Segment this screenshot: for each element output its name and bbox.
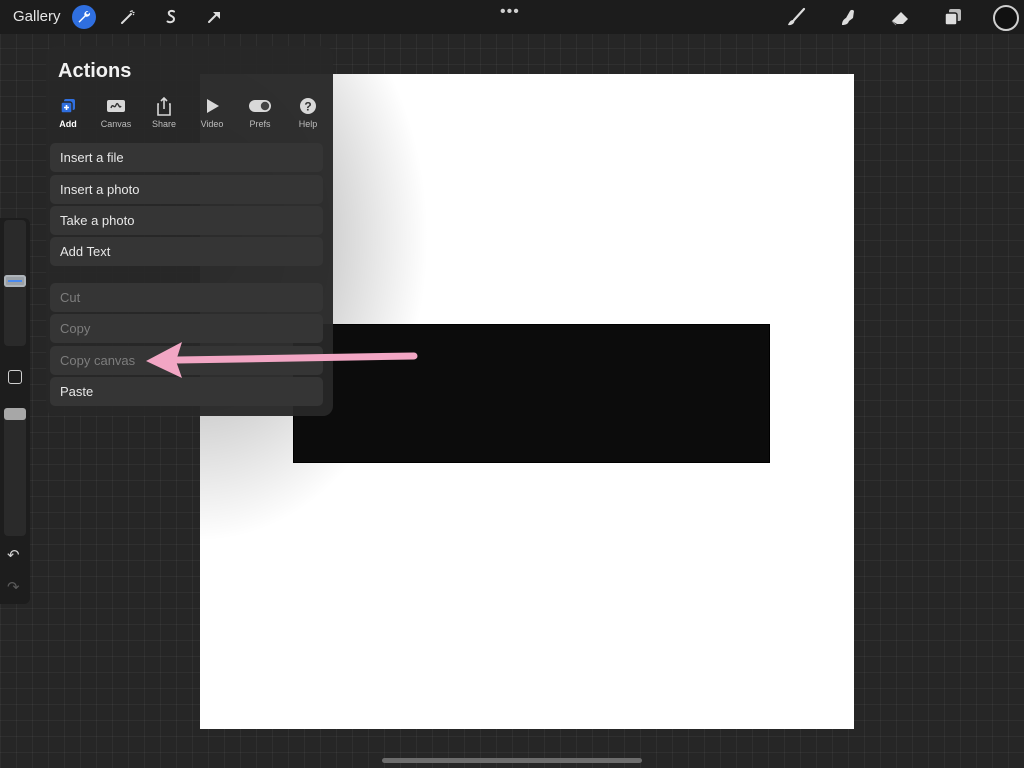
- menu-item-label: Copy canvas: [60, 353, 136, 368]
- menu-item-label: Take a photo: [60, 213, 135, 228]
- share-icon: [142, 96, 186, 116]
- layers-icon[interactable]: [940, 5, 966, 29]
- eraser-icon[interactable]: [888, 5, 914, 29]
- magic-wand-icon[interactable]: [116, 5, 140, 29]
- video-play-icon: [190, 96, 234, 116]
- more-options-icon[interactable]: •••: [500, 3, 520, 21]
- help-icon: ?: [286, 96, 330, 116]
- tab-share-label: Share: [151, 119, 177, 129]
- menu-item-label: Paste: [60, 384, 94, 399]
- prefs-toggle-icon: [238, 96, 282, 116]
- menu-item-cut: Cut: [50, 283, 323, 312]
- tab-help-label: Help: [298, 119, 318, 129]
- svg-text:?: ?: [304, 100, 311, 114]
- left-sidebar: ↶ ↷: [0, 218, 30, 604]
- actions-panel: Actions Add Canvas Share Video Prefs ? H…: [46, 46, 333, 416]
- menu-item-insert-photo[interactable]: Insert a photo: [50, 175, 323, 204]
- selection-icon[interactable]: [159, 5, 183, 29]
- brush-size-thumb[interactable]: [4, 275, 26, 287]
- modify-button-icon[interactable]: [8, 370, 22, 384]
- menu-item-add-text[interactable]: Add Text: [50, 237, 323, 266]
- menu-item-copy-canvas: Copy canvas: [50, 346, 323, 375]
- menu-item-label: Insert a photo: [60, 182, 140, 197]
- tab-video[interactable]: Video: [190, 96, 234, 129]
- brush-icon[interactable]: [783, 5, 809, 29]
- tab-add-label: Add: [59, 119, 77, 129]
- tab-canvas[interactable]: Canvas: [94, 96, 138, 129]
- top-toolbar: Gallery •••: [0, 0, 1024, 34]
- color-picker-swatch[interactable]: [993, 5, 1019, 31]
- menu-item-paste[interactable]: Paste: [50, 377, 323, 406]
- menu-item-copy: Copy: [50, 314, 323, 343]
- menu-item-label: Add Text: [60, 244, 111, 259]
- smudge-icon[interactable]: [835, 5, 861, 29]
- opacity-thumb[interactable]: [4, 408, 26, 420]
- opacity-slider[interactable]: [4, 408, 26, 536]
- gallery-button[interactable]: Gallery: [13, 8, 61, 25]
- menu-item-label: Insert a file: [60, 150, 124, 165]
- actions-tabs: Add Canvas Share Video Prefs ? Help: [46, 96, 333, 129]
- menu-item-insert-file[interactable]: Insert a file: [50, 143, 323, 172]
- menu-item-label: Copy: [60, 321, 91, 336]
- tab-add[interactable]: Add: [46, 96, 90, 129]
- canvas-icon: [94, 96, 138, 116]
- tab-prefs-label: Prefs: [249, 119, 271, 129]
- tab-help[interactable]: ? Help: [286, 96, 330, 129]
- add-icon: [46, 96, 90, 116]
- actions-wrench-icon[interactable]: [72, 5, 96, 29]
- redo-icon[interactable]: ↷: [7, 578, 20, 596]
- undo-icon[interactable]: ↶: [7, 546, 20, 564]
- panel-title: Actions: [58, 60, 132, 82]
- tab-canvas-label: Canvas: [100, 119, 132, 129]
- transform-arrow-icon[interactable]: [202, 5, 226, 29]
- tab-video-label: Video: [200, 119, 224, 129]
- menu-item-label: Cut: [60, 290, 81, 305]
- tab-share[interactable]: Share: [142, 96, 186, 129]
- home-indicator[interactable]: [382, 758, 642, 763]
- black-rectangle-shape: [293, 324, 770, 463]
- tab-prefs[interactable]: Prefs: [238, 96, 282, 129]
- menu-item-take-photo[interactable]: Take a photo: [50, 206, 323, 235]
